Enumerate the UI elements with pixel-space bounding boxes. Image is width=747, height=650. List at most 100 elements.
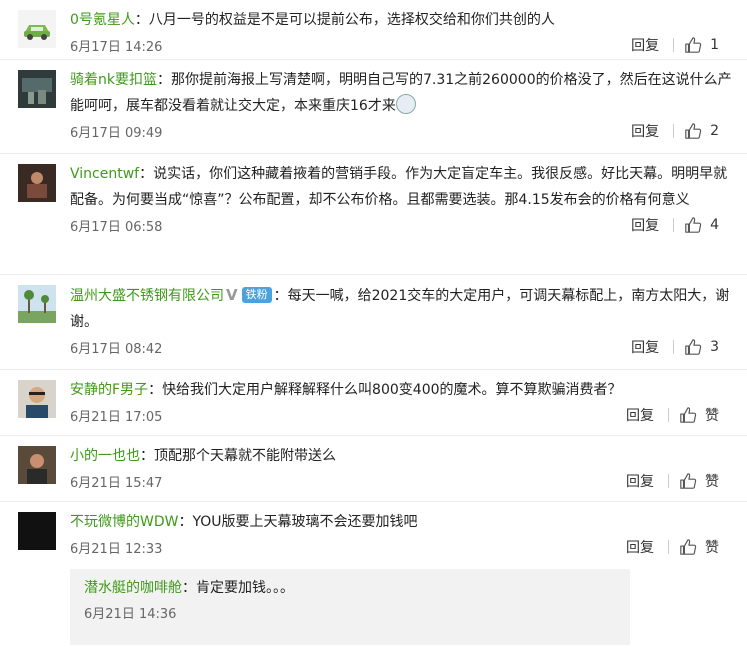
comment-text: 不玩微博的WDW：YOU版要上天幕玻璃不会还要加钱吧: [70, 509, 737, 535]
avatar[interactable]: [18, 446, 56, 484]
comment-text: 小的一也也：顶配那个天幕就不能附带送么: [70, 443, 737, 469]
comment-time: 6月17日 14:26: [70, 40, 163, 55]
comment-username[interactable]: 不玩微博的WDW: [70, 514, 178, 530]
avatar[interactable]: [18, 164, 56, 202]
comment-meta: 6月21日 17:05 回复 赞: [70, 403, 737, 431]
like-button[interactable]: 3: [684, 338, 719, 356]
comment-text: 安静的F男子：快给我们大定用户解释解释什么叫800变400的魔术。算不算欺骗消费…: [70, 377, 737, 403]
like-count: 2: [710, 123, 719, 139]
avatar[interactable]: [18, 285, 56, 323]
thumbs-up-icon: [680, 473, 697, 489]
comment-time: 6月21日 17:05: [70, 410, 163, 425]
car-avatar-icon: [18, 10, 56, 48]
reply-button[interactable]: 回复: [631, 35, 659, 55]
comment-meta: 6月17日 14:26 回复 1: [70, 33, 737, 61]
avatar[interactable]: [18, 10, 56, 48]
thumbs-up-icon: [685, 37, 702, 53]
sub-reply-text: 潜水艇的咖啡舱：肯定要加钱。。。: [84, 575, 618, 601]
like-button[interactable]: 4: [684, 216, 719, 234]
comment-meta: 6月17日 09:49 回复 2: [70, 119, 737, 147]
divider: [668, 408, 669, 422]
reply-button[interactable]: 回复: [626, 405, 654, 425]
divider: [673, 124, 675, 138]
comment-item: Vincentwf：说实话，你们这种藏着掖着的营销手段。作为大定盲定车主。我很反…: [0, 154, 747, 275]
thumbs-up-icon: [685, 217, 702, 233]
avatar[interactable]: [18, 380, 56, 418]
comment-username[interactable]: Vincentwf: [70, 166, 139, 182]
comment-item: 温州大盛不锈钢有限公司 V 铁粉 ：每天一喊，给2021交车的大定用户，可调天幕标配上…: [0, 275, 747, 370]
comment-meta: 6月17日 08:42 回复 3: [70, 335, 737, 363]
comment-text: Vincentwf：说实话，你们这种藏着掖着的营销手段。作为大定盲定车主。我很反…: [70, 161, 737, 213]
reply-button[interactable]: 回复: [626, 471, 654, 491]
reply-button[interactable]: 回复: [631, 121, 659, 141]
comment-item: 0号氪星人：八月一号的权益是不是可以提前公布，选择权交给和你们共创的人 6月17…: [0, 0, 747, 60]
like-count: 4: [710, 217, 719, 233]
username-separator: ：: [140, 448, 154, 464]
comment-actions: 回复 赞: [626, 471, 719, 491]
comment-content: 八月一号的权益是不是可以提前公布，选择权交给和你们共创的人: [148, 12, 555, 28]
like-button[interactable]: 2: [684, 122, 719, 140]
divider: [673, 38, 675, 52]
comment-actions: 回复 3: [631, 337, 719, 357]
user-photo-icon: [18, 512, 56, 550]
like-count: 1: [710, 37, 719, 53]
like-count: 赞: [705, 408, 719, 424]
thumbs-up-icon: [680, 539, 697, 555]
user-photo-icon: [18, 285, 56, 323]
comment-time: 6月17日 08:42: [70, 342, 163, 357]
comment-time: 6月17日 06:58: [70, 220, 163, 235]
comment-time: 6月21日 15:47: [70, 476, 163, 491]
comment-meta: 6月21日 12:33 回复 赞: [70, 535, 737, 563]
sub-reply-time: 6月21日 14:36: [84, 607, 177, 622]
username-separator: ：: [139, 166, 154, 182]
like-button[interactable]: 赞: [679, 471, 719, 491]
username-separator: ：: [156, 72, 171, 88]
comment-item: 骑着nk要扣篮：那你提前海报上写清楚啊，明明自己写的7.31之前260000的价…: [0, 60, 747, 154]
comment-username[interactable]: 安静的F男子: [70, 382, 148, 398]
divider: [668, 474, 669, 488]
comment-meta: 6月17日 06:58 回复 4: [70, 213, 737, 241]
like-button[interactable]: 1: [684, 36, 719, 54]
username-separator: ：: [134, 12, 149, 28]
divider: [673, 340, 675, 354]
comment-list: 0号氪星人：八月一号的权益是不是可以提前公布，选择权交给和你们共创的人 6月17…: [0, 0, 747, 650]
fan-badge[interactable]: 铁粉: [241, 287, 272, 303]
comment-time: 6月21日 12:33: [70, 542, 163, 557]
user-photo-icon: [18, 70, 56, 108]
thumbs-up-icon: [680, 407, 697, 423]
comment-actions: 回复 赞: [626, 405, 719, 425]
reply-button[interactable]: 回复: [626, 537, 654, 557]
comment-username[interactable]: 骑着nk要扣篮: [70, 72, 157, 88]
like-button[interactable]: 赞: [679, 405, 719, 425]
verified-icon: V: [226, 286, 238, 304]
user-photo-icon: [18, 164, 56, 202]
username-separator: ：: [148, 382, 163, 398]
comment-item: 小的一也也：顶配那个天幕就不能附带送么 6月21日 15:47 回复 赞: [0, 436, 747, 502]
like-count: 赞: [705, 540, 719, 556]
username-separator: ：: [178, 514, 193, 530]
comment-content: 顶配那个天幕就不能附带送么: [154, 448, 336, 464]
comment-username[interactable]: 0号氪星人: [70, 12, 135, 28]
like-button[interactable]: 赞: [679, 537, 719, 557]
comment-meta: 6月21日 15:47 回复 赞: [70, 469, 737, 497]
comment-text: 0号氪星人：八月一号的权益是不是可以提前公布，选择权交给和你们共创的人: [70, 7, 737, 33]
username-separator: ：: [273, 288, 288, 304]
reply-button[interactable]: 回复: [631, 337, 659, 357]
comment-username[interactable]: 温州大盛不锈钢有限公司: [70, 288, 224, 304]
comment-item: 安静的F男子：快给我们大定用户解释解释什么叫800变400的魔术。算不算欺骗消费…: [0, 370, 747, 436]
like-count: 赞: [705, 474, 719, 490]
comment-username[interactable]: 小的一也也: [70, 448, 140, 464]
thumbs-up-icon: [685, 339, 702, 355]
comment-text: 骑着nk要扣篮：那你提前海报上写清楚啊，明明自己写的7.31之前260000的价…: [70, 67, 737, 119]
comment-actions: 回复 赞: [626, 537, 719, 557]
avatar[interactable]: [18, 512, 56, 550]
sub-reply-username[interactable]: 潜水艇的咖啡舱: [84, 580, 182, 596]
comment-actions: 回复 2: [631, 121, 719, 141]
avatar[interactable]: [18, 70, 56, 108]
comment-actions: 回复 1: [631, 35, 719, 55]
comment-content: YOU版要上天幕玻璃不会还要加钱吧: [192, 514, 418, 530]
divider: [668, 540, 669, 554]
comment-text: 温州大盛不锈钢有限公司 V 铁粉 ：每天一喊，给2021交车的大定用户，可调天幕标配上…: [70, 282, 737, 335]
reply-button[interactable]: 回复: [631, 215, 659, 235]
comment-item: 不玩微博的WDW：YOU版要上天幕玻璃不会还要加钱吧 6月21日 12:33 回…: [0, 502, 747, 650]
